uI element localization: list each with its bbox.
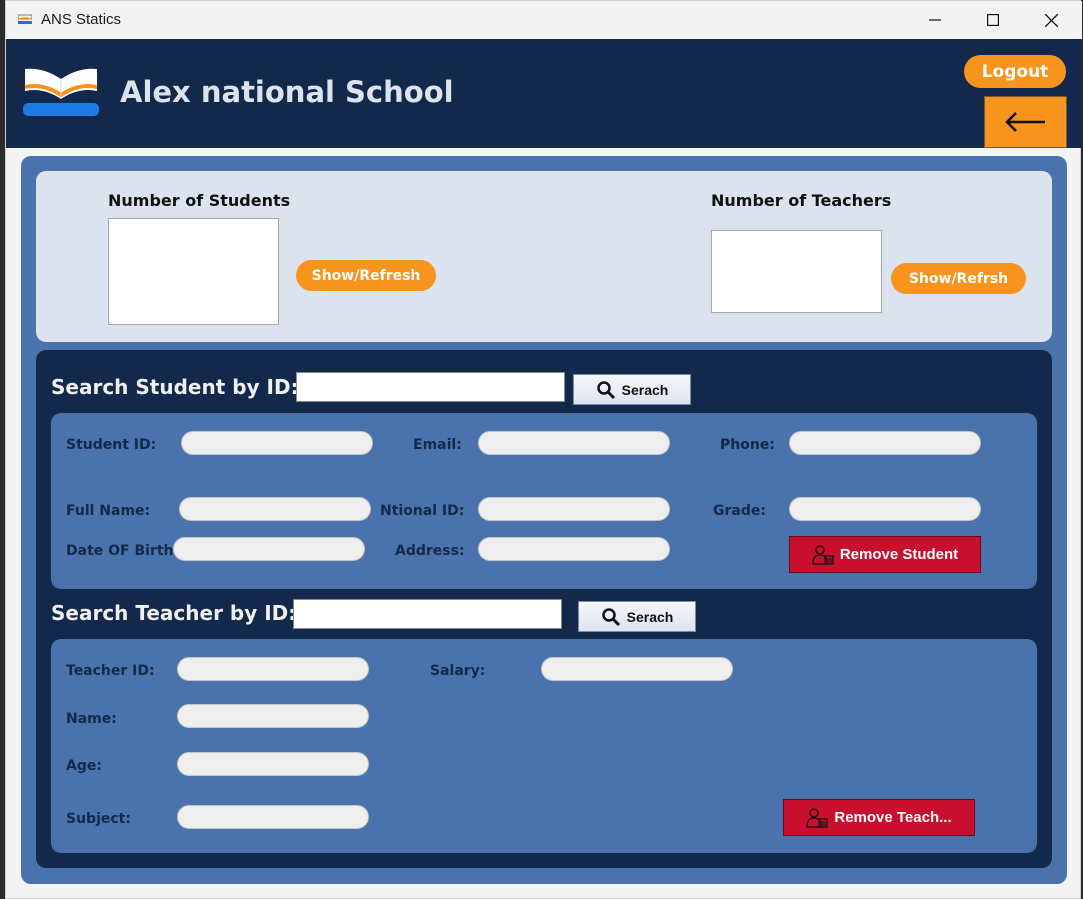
book-icon [23,68,99,116]
magnifier-icon [596,380,615,399]
students-refresh-button[interactable]: Show/Refresh [296,260,436,291]
grade-label: Grade: [713,503,766,519]
address-label: Address: [395,543,465,559]
teachers-count-display [711,230,882,313]
student-search-input[interactable] [296,372,565,402]
app-icon [18,14,32,24]
national-id-field[interactable] [478,497,670,521]
dob-label: Date OF Birth: [66,543,180,559]
teacher-search-input[interactable] [293,599,562,629]
app-header: Alex national School Logout [6,39,1082,148]
teacher-id-label: Teacher ID: [66,663,155,679]
remove-teacher-label: Remove Teach... [834,809,952,826]
app-window: ANS Statics Alex national School Logout [5,0,1082,899]
subject-label: Subject: [66,811,131,827]
school-name: Alex national School [120,75,454,109]
stats-panel: Number of Students Show/Refresh Number o… [36,171,1052,342]
search-panel: Search Student by ID: Serach Student ID:… [36,350,1052,868]
user-delete-icon [806,807,828,828]
dob-field[interactable] [173,537,365,561]
phone-label: Phone: [720,437,775,453]
minimize-button[interactable] [906,1,964,39]
full-name-field[interactable] [179,497,371,521]
main-panel: Number of Students Show/Refresh Number o… [21,156,1067,884]
teacher-search-label: Search Teacher by ID: [51,601,297,625]
address-field[interactable] [478,537,670,561]
age-label: Age: [66,758,102,774]
back-button[interactable] [984,96,1067,148]
salary-label: Salary: [430,663,486,679]
email-label: Email: [413,437,462,453]
close-button[interactable] [1022,1,1080,39]
remove-student-button[interactable]: Remove Student [789,536,981,573]
students-count-label: Number of Students [108,191,291,210]
remove-student-label: Remove Student [839,546,959,563]
logout-button[interactable]: Logout [964,55,1066,88]
student-id-label: Student ID: [66,437,157,453]
teacher-id-field[interactable] [177,657,369,681]
maximize-icon [987,14,999,26]
student-search-label: Search Student by ID: [51,375,299,399]
grade-field[interactable] [789,497,981,521]
full-name-label: Full Name: [66,503,151,519]
title-bar: ANS Statics [6,1,1082,39]
close-icon [1044,13,1058,27]
email-field[interactable] [478,431,670,455]
arrow-left-icon [1004,112,1045,132]
minimize-icon [929,19,941,21]
salary-field[interactable] [541,657,733,681]
age-field[interactable] [177,752,369,776]
teacher-search-button[interactable]: Serach [578,601,696,632]
teacher-search-button-label: Serach [626,608,674,625]
magnifier-icon [601,607,620,626]
teachers-refresh-button[interactable]: Show/Refrsh [891,263,1026,294]
teacher-details-panel: Teacher ID: Salary: Name: Age: Subject: [51,639,1037,853]
student-id-field[interactable] [181,431,373,455]
user-delete-icon [812,544,834,565]
remove-teacher-button[interactable]: Remove Teach... [783,799,975,836]
national-id-label: Ntional ID: [380,503,465,519]
window-title: ANS Statics [41,11,122,28]
phone-field[interactable] [789,431,981,455]
name-field[interactable] [177,704,369,728]
student-search-button-label: Serach [621,381,669,398]
subject-field[interactable] [177,805,369,829]
student-search-button[interactable]: Serach [573,374,691,405]
name-label: Name: [66,711,117,727]
students-count-display [108,218,279,325]
maximize-button[interactable] [964,1,1022,39]
student-details-panel: Student ID: Email: Phone: Full Name: Nti… [51,413,1037,589]
teachers-count-label: Number of Teachers [711,191,892,210]
